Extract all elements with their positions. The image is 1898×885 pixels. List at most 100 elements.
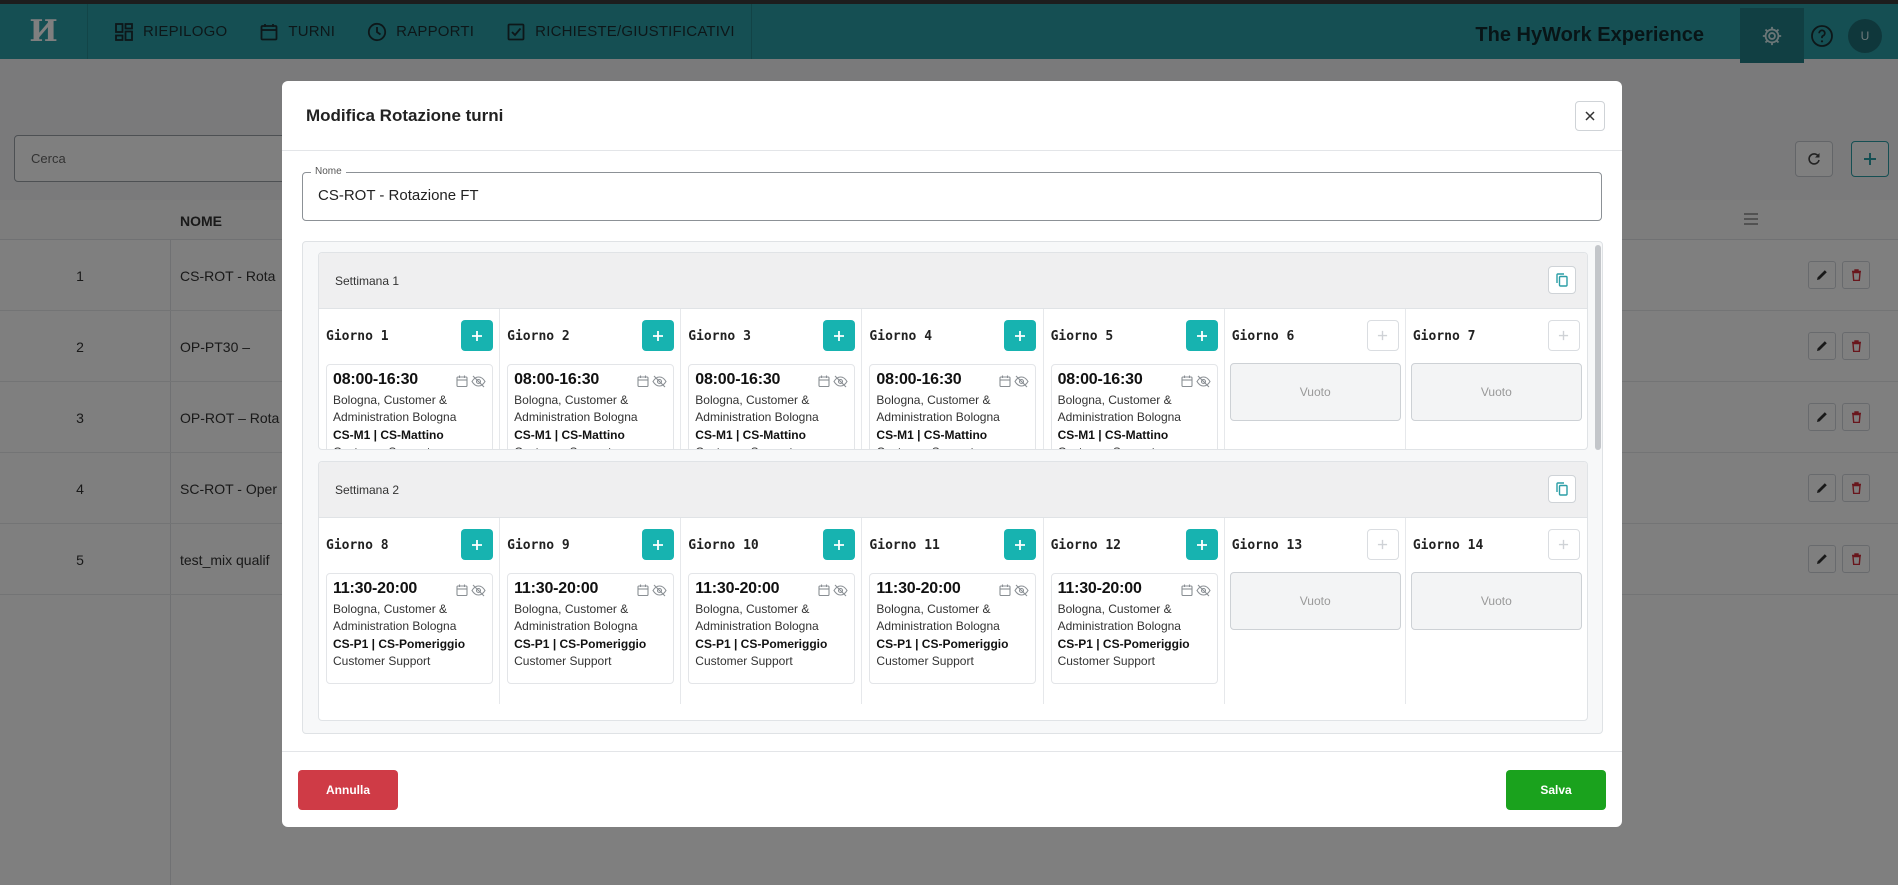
day-column: Giorno 7 Vuoto (1406, 309, 1587, 449)
shift-code: CS-M1 | CS-Mattino (333, 428, 444, 442)
dialog-footer: Annulla Salva (282, 751, 1622, 827)
day-label: Giorno 10 (688, 538, 759, 553)
calendar-edit-icon[interactable] (818, 375, 831, 388)
calendar-edit-icon[interactable] (456, 584, 469, 597)
eye-off-icon[interactable] (652, 375, 667, 388)
empty-day-slot[interactable]: Vuoto (1229, 572, 1401, 630)
shift-card[interactable]: 08:00-16:30 Bologna, Customer & Administra… (688, 364, 856, 449)
add-shift-button[interactable] (642, 320, 675, 351)
eye-off-icon[interactable] (833, 584, 848, 597)
calendar-edit-icon[interactable] (637, 584, 650, 597)
empty-day-slot[interactable]: Vuoto (1410, 572, 1582, 630)
calendar-edit-icon[interactable] (999, 584, 1012, 597)
add-shift-button[interactable] (461, 529, 493, 560)
shift-code: CS-P1 | CS-Pomeriggio (333, 637, 466, 651)
close-button[interactable] (1575, 101, 1605, 131)
shift-location-line: Bologna, Customer & (333, 602, 448, 616)
empty-day-slot[interactable]: Vuoto (1410, 363, 1582, 421)
shift-card[interactable]: 11:30-20:00 Bologna, Customer & Administra… (326, 573, 493, 684)
shift-location-line: Bologna, Customer & (333, 393, 448, 407)
shift-location-line: Administration Bologna (333, 410, 457, 424)
add-shift-button[interactable] (461, 320, 493, 351)
eye-off-icon[interactable] (833, 375, 848, 388)
shift-location-line: Administration Bologna (1057, 410, 1181, 424)
shift-location-line: Administration Bologna (514, 619, 638, 633)
calendar-edit-icon[interactable] (999, 375, 1012, 388)
shift-card[interactable]: 08:00-16:30 Bologna, Customer & Administra… (507, 364, 675, 449)
add-shift-button[interactable] (642, 529, 675, 560)
calendar-edit-icon[interactable] (637, 375, 650, 388)
shift-actions (456, 584, 486, 597)
plus-icon (1559, 330, 1569, 341)
eye-off-icon[interactable] (1014, 375, 1030, 388)
shift-card[interactable]: 08:00-16:30 Bologna, Customer & Administra… (1050, 364, 1218, 449)
days-row: Giorno 1 08:00-16:30 Bologna, Customer & Ad… (319, 309, 1587, 449)
shift-location: Bologna, Customer & Administration Bologn… (876, 392, 1035, 426)
calendar-edit-icon[interactable] (456, 375, 469, 388)
day-column: Giorno 8 11:30-20:00 Bologna, Customer & Ad… (319, 518, 501, 704)
day-label: Giorno 1 (326, 329, 389, 344)
shift-card[interactable]: 08:00-16:30 Bologna, Customer & Administra… (869, 364, 1037, 449)
calendar-edit-icon[interactable] (1181, 584, 1194, 597)
shift-department: Customer Support (876, 654, 974, 668)
shift-location-line: Bologna, Customer & (514, 602, 629, 616)
week-header: Settimana 2 (319, 462, 1587, 518)
days-row: Giorno 8 11:30-20:00 Bologna, Customer & Ad… (319, 518, 1587, 704)
add-shift-button[interactable] (823, 320, 856, 351)
shift-location: Bologna, Customer & Administration Bologn… (514, 601, 673, 635)
copy-week-button[interactable] (1548, 475, 1576, 503)
shift-location: Bologna, Customer & Administration Bologn… (695, 601, 854, 635)
shift-code: CS-M1 | CS-Mattino (1057, 428, 1169, 442)
day-label: Giorno 2 (507, 329, 570, 344)
plus-icon (1378, 539, 1388, 550)
eye-off-icon[interactable] (652, 584, 667, 597)
name-field-label: Nome (311, 166, 346, 177)
shift-location-line: Administration Bologna (333, 619, 457, 633)
name-field-value[interactable]: CS-ROT - Rotazione FT (318, 187, 479, 204)
calendar-edit-icon[interactable] (818, 584, 831, 597)
add-shift-button[interactable] (1004, 320, 1037, 351)
add-shift-button[interactable] (1004, 529, 1037, 560)
shift-department: Customer Support (333, 445, 492, 449)
shift-card[interactable]: 08:00-16:30 Bologna, Customer & Administra… (326, 364, 493, 449)
shift-location-line: Bologna, Customer & (1057, 602, 1172, 616)
eye-off-icon[interactable] (1195, 584, 1211, 597)
shift-location: Bologna, Customer & Administration Bologn… (1058, 392, 1217, 426)
shift-actions (999, 584, 1030, 597)
day-column: Giorno 3 08:00-16:30 Bologna, Customer & Ad… (681, 309, 863, 449)
plus-icon (653, 539, 664, 550)
day-label: Giorno 7 (1412, 329, 1476, 344)
shift-card[interactable]: 11:30-20:00 Bologna, Customer & Administra… (507, 573, 675, 684)
add-shift-button-disabled (1547, 529, 1580, 560)
week-header: Settimana 1 (319, 253, 1587, 309)
plus-icon (834, 539, 845, 550)
add-shift-button[interactable] (1185, 529, 1218, 560)
shift-card[interactable]: 11:30-20:00 Bologna, Customer & Administra… (869, 573, 1037, 684)
shift-card[interactable]: 11:30-20:00 Bologna, Customer & Administra… (1050, 573, 1218, 684)
day-label: Giorno 4 (869, 329, 933, 344)
plus-icon (1196, 330, 1207, 341)
shift-department: Customer Support (514, 445, 673, 449)
calendar-edit-icon[interactable] (1181, 375, 1194, 388)
add-shift-button[interactable] (1185, 320, 1218, 351)
scrollbar[interactable] (1595, 245, 1601, 450)
shift-code: CS-P1 | CS-Pomeriggio (876, 637, 1009, 651)
shift-actions (456, 375, 486, 388)
add-shift-button[interactable] (823, 529, 856, 560)
name-field[interactable]: Nome CS-ROT - Rotazione FT (302, 166, 1602, 221)
eye-off-icon[interactable] (1195, 375, 1211, 388)
shift-card[interactable]: 11:30-20:00 Bologna, Customer & Administra… (688, 573, 856, 684)
weeks-scroll-area[interactable]: Settimana 1 Giorno 1 08:00-16:30 Bologna, C… (302, 241, 1603, 734)
eye-off-icon[interactable] (1014, 584, 1030, 597)
eye-off-icon[interactable] (471, 584, 486, 597)
shift-location: Bologna, Customer & Administration Bologn… (876, 601, 1035, 635)
plus-icon (1015, 330, 1026, 341)
shift-code: CS-M1 | CS-Mattino (514, 428, 625, 442)
eye-off-icon[interactable] (471, 375, 486, 388)
copy-week-button[interactable] (1548, 266, 1576, 294)
empty-day-slot[interactable]: Vuoto (1229, 363, 1401, 421)
shift-department: Customer Support (514, 654, 612, 668)
cancel-button[interactable]: Annulla (298, 770, 398, 810)
save-button[interactable]: Salva (1506, 770, 1606, 810)
plus-icon (472, 539, 482, 550)
